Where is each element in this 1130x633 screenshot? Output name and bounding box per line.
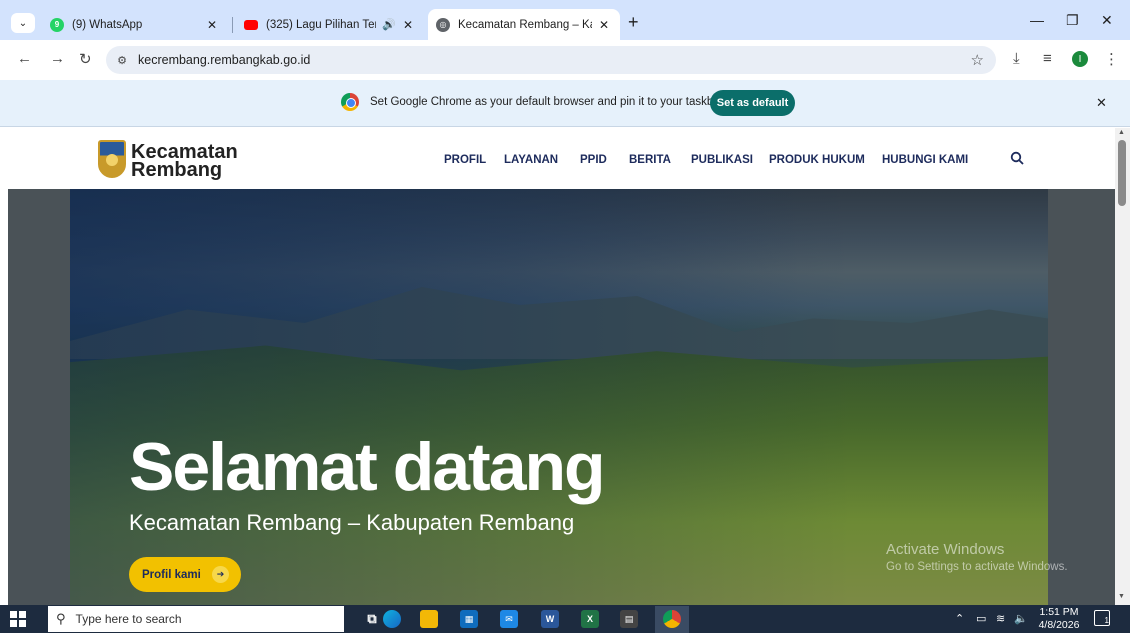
taskbar-search-box[interactable]: ⚲ Type here to search [48, 606, 344, 632]
new-tab-button[interactable]: + [628, 12, 639, 33]
minimize-icon[interactable]: — [1030, 12, 1044, 28]
word-icon[interactable]: W [541, 610, 559, 628]
taskbar-clock[interactable]: 1:51 PM 4/8/2026 [1035, 606, 1083, 632]
file-explorer-icon[interactable] [420, 610, 438, 628]
bookmark-star-icon[interactable]: ☆ [971, 51, 984, 69]
nav-ppid[interactable]: PPID [580, 154, 607, 166]
audio-playing-icon[interactable]: 🔊 [382, 18, 396, 31]
youtube-icon [244, 19, 258, 30]
app-grid-icon[interactable]: ▤ [620, 610, 638, 628]
hero-button-label: Profil kami [142, 568, 201, 581]
download-icon[interactable]: ⤓ [1013, 50, 1020, 67]
profile-avatar[interactable]: I [1072, 51, 1088, 67]
reload-icon[interactable]: ↻ [79, 50, 92, 68]
set-as-default-button[interactable]: Set as default [710, 90, 795, 116]
infobar-message: Set Google Chrome as your default browse… [370, 96, 724, 108]
mail-icon[interactable]: ✉ [500, 610, 518, 628]
hero-title: Selamat datang [129, 429, 606, 505]
whatsapp-icon: 9 [50, 17, 64, 32]
address-bar[interactable]: ⚙ kecrembang.rembangkab.go.id ☆ [106, 46, 996, 74]
menu-kebab-icon[interactable]: ⋮ [1104, 50, 1119, 68]
chrome-logo-icon [341, 93, 359, 111]
tab-whatsapp[interactable]: 9 (9) WhatsApp ✕ [42, 9, 228, 40]
tab-divider [232, 17, 233, 33]
close-icon[interactable]: ✕ [596, 18, 612, 32]
nav-publikasi[interactable]: PUBLIKASI [691, 154, 753, 166]
tab-search-button[interactable]: ⌄ [11, 13, 35, 33]
windows-start-icon[interactable] [10, 611, 26, 627]
tab-title: (9) WhatsApp [72, 18, 143, 31]
site-logo-crest-icon[interactable] [98, 140, 126, 178]
arrow-right-icon: ➔ [212, 566, 229, 583]
volume-icon[interactable]: 🔈 [1014, 612, 1028, 625]
media-controls-icon[interactable]: ≡ [1043, 50, 1052, 67]
tab-title: (325) Lagu Pilihan Terbaik S [266, 18, 376, 31]
microsoft-store-icon[interactable]: ▦ [460, 610, 478, 628]
tray-chevron-up-icon[interactable]: ⌃ [955, 612, 964, 625]
url-text[interactable]: kecrembang.rembangkab.go.id [138, 53, 310, 67]
nav-produk-hukum[interactable]: PRODUK HUKUM [769, 154, 865, 166]
nav-hubungi-kami[interactable]: HUBUNGI KAMI [882, 154, 968, 166]
activate-windows-watermark: Activate Windows [886, 541, 1005, 558]
scrollbar-thumb[interactable] [1118, 140, 1126, 206]
wifi-icon[interactable]: ≋ [996, 612, 1005, 625]
tab-youtube[interactable]: (325) Lagu Pilihan Terbaik S 🔊 ✕ [236, 9, 424, 40]
profil-kami-button[interactable]: Profil kami ➔ [129, 557, 241, 592]
clock-date: 4/8/2026 [1038, 619, 1080, 631]
restore-icon[interactable]: ❐ [1066, 12, 1079, 29]
tab-title: Kecamatan Rembang – Kabupa [458, 18, 592, 31]
excel-icon[interactable]: X [581, 610, 599, 628]
close-icon[interactable]: ✕ [400, 18, 416, 32]
chrome-taskbar-icon[interactable] [663, 610, 681, 628]
browser-toolbar: ← → ↻ ⚙ kecrembang.rembangkab.go.id ☆ ⤓ … [0, 40, 1130, 80]
taskbar-search-placeholder: Type here to search [75, 612, 182, 626]
site-logo-line2[interactable]: Rembang [131, 160, 222, 180]
search-icon[interactable] [1010, 151, 1024, 165]
hero-subtitle: Kecamatan Rembang – Kabupaten Rembang [129, 510, 575, 535]
battery-icon[interactable]: ▭ [976, 612, 986, 625]
nav-berita[interactable]: BERITA [629, 154, 671, 166]
scroll-up-icon[interactable]: ▲ [1118, 129, 1125, 136]
tab-kecamatan-rembang[interactable]: ◎ Kecamatan Rembang – Kabupa ✕ [428, 9, 620, 40]
search-icon: ⚲ [56, 611, 66, 626]
close-icon[interactable]: ✕ [204, 18, 220, 32]
task-view-icon[interactable]: ⧉ [363, 610, 381, 628]
nav-layanan[interactable]: LAYANAN [504, 154, 558, 166]
clock-time: 1:51 PM [1039, 606, 1079, 618]
scroll-down-icon[interactable]: ▼ [1118, 593, 1125, 600]
site-info-icon[interactable]: ⚙ [114, 52, 130, 68]
nav-profil[interactable]: PROFIL [444, 154, 486, 166]
forward-arrow-icon[interactable]: → [50, 50, 65, 67]
close-icon[interactable]: ✕ [1096, 95, 1107, 111]
window-close-icon[interactable]: ✕ [1101, 12, 1113, 29]
back-arrow-icon[interactable]: ← [17, 50, 32, 67]
globe-icon: ◎ [436, 17, 450, 32]
activate-windows-hint: Go to Settings to activate Windows. [886, 561, 1068, 573]
edge-browser-icon[interactable] [383, 610, 401, 628]
chevron-down-icon: ⌄ [18, 17, 28, 29]
notification-center-icon[interactable]: 1 [1094, 610, 1110, 626]
